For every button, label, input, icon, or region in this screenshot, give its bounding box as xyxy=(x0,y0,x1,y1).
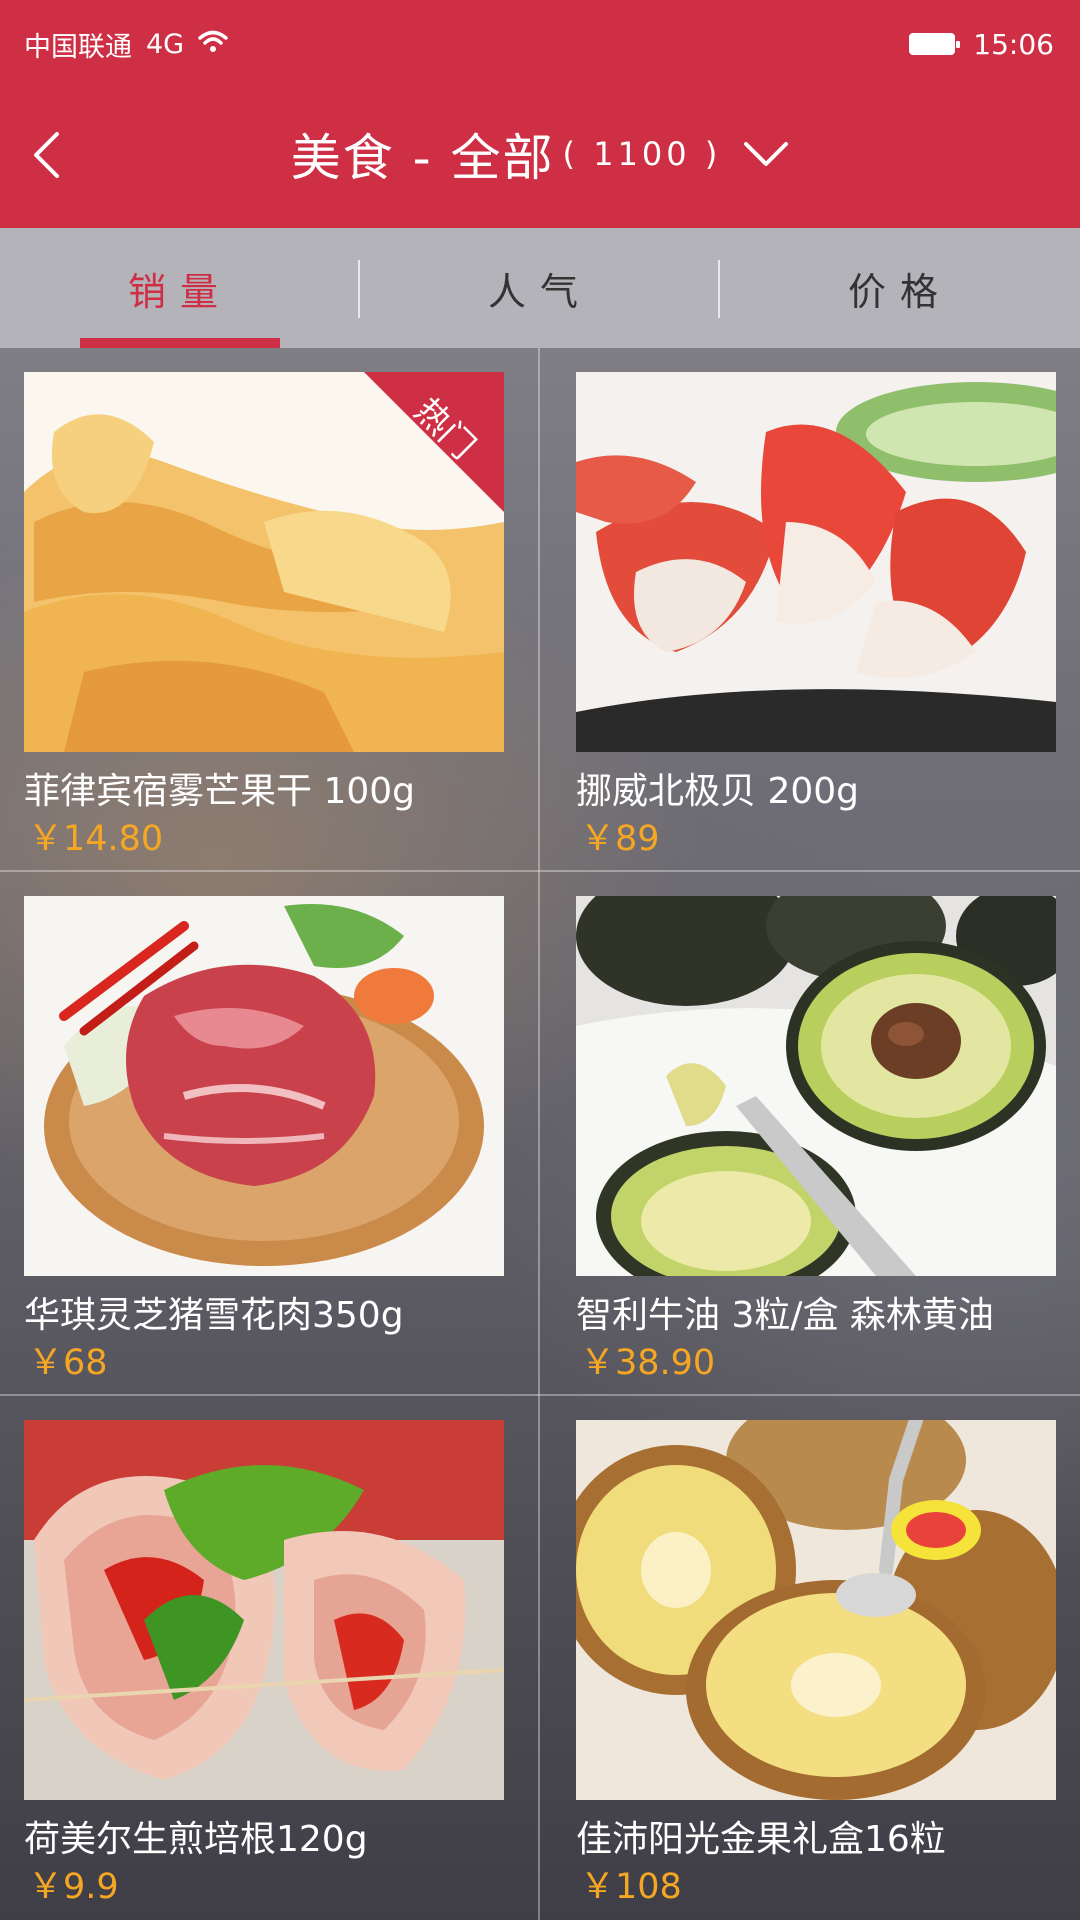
category-selector[interactable]: 美食 - 全部 ( 1100 ) xyxy=(0,118,1080,190)
nav-bar: 美食 - 全部 ( 1100 ) xyxy=(0,100,1080,210)
product-card[interactable]: 佳沛阳光金果礼盒16粒 ￥108 xyxy=(552,1396,1080,1920)
header: 中国联通 4G 15:06 美食 - 全部 ( 1100 ) xyxy=(0,0,1080,228)
avocado-image xyxy=(576,896,1056,1276)
product-name: 华琪灵芝猪雪花肉350g xyxy=(24,1295,404,1336)
tab-label: 价格 xyxy=(847,269,952,314)
product-name: 荷美尔生煎培根120g xyxy=(24,1819,368,1860)
product-price: ￥14.80 xyxy=(28,819,164,859)
product-card[interactable]: 华琪灵芝猪雪花肉350g ￥68 xyxy=(0,872,540,1396)
surf-clam-image xyxy=(576,372,1056,752)
pork-image xyxy=(24,896,504,1276)
product-name: 菲律宾宿雾芒果干 100g xyxy=(24,771,416,812)
tab-sales[interactable]: 销量 xyxy=(0,228,360,348)
status-right: 15:06 xyxy=(909,24,1054,64)
clock: 15:06 xyxy=(973,27,1054,61)
network-label: 4G xyxy=(146,28,185,60)
product-name: 智利牛油 3粒/盒 森林黄油 xyxy=(576,1295,994,1336)
kiwi-image xyxy=(576,1420,1056,1800)
bacon-roll-image xyxy=(24,1420,504,1800)
product-card[interactable]: 智利牛油 3粒/盒 森林黄油 ￥38.90 xyxy=(552,872,1080,1396)
item-count: ( 1100 ) xyxy=(562,135,722,173)
active-tab-indicator xyxy=(80,338,280,348)
product-card[interactable]: 挪威北极贝 200g ￥89 xyxy=(552,348,1080,872)
hot-badge: 热门 xyxy=(364,372,504,512)
product-card[interactable]: 热门 菲律宾宿雾芒果干 100g ￥14.80 xyxy=(0,348,540,872)
tab-price[interactable]: 价格 xyxy=(720,228,1080,348)
battery-icon xyxy=(909,33,961,55)
product-grid: 热门 菲律宾宿雾芒果干 100g ￥14.80 挪威北极贝 200g ￥89 华… xyxy=(0,348,1080,1920)
product-price: ￥38.90 xyxy=(580,1343,716,1383)
product-image xyxy=(24,1420,504,1800)
tab-popularity[interactable]: 人气 xyxy=(360,228,720,348)
wifi-icon xyxy=(198,29,228,60)
chevron-down-icon xyxy=(743,140,789,168)
product-price: ￥9.9 xyxy=(28,1867,119,1907)
page-title: 美食 - 全部 xyxy=(290,129,555,187)
product-name: 挪威北极贝 200g xyxy=(576,771,860,812)
product-image xyxy=(24,896,504,1276)
product-card[interactable]: 荷美尔生煎培根120g ￥9.9 xyxy=(0,1396,540,1920)
status-left: 中国联通 4G xyxy=(24,24,228,64)
product-image xyxy=(576,372,1056,752)
status-bar: 中国联通 4G 15:06 xyxy=(0,0,1080,84)
product-image: 热门 xyxy=(24,372,504,752)
product-price: ￥108 xyxy=(580,1867,682,1907)
product-price: ￥89 xyxy=(580,819,660,859)
sort-tabs: 销量 人气 价格 xyxy=(0,228,1080,348)
product-image xyxy=(576,896,1056,1276)
tab-label: 销量 xyxy=(127,269,232,314)
product-price: ￥68 xyxy=(28,1343,108,1383)
product-image xyxy=(576,1420,1056,1800)
product-name: 佳沛阳光金果礼盒16粒 xyxy=(576,1819,946,1860)
carrier-label: 中国联通 xyxy=(24,31,132,63)
tab-label: 人气 xyxy=(487,269,592,314)
